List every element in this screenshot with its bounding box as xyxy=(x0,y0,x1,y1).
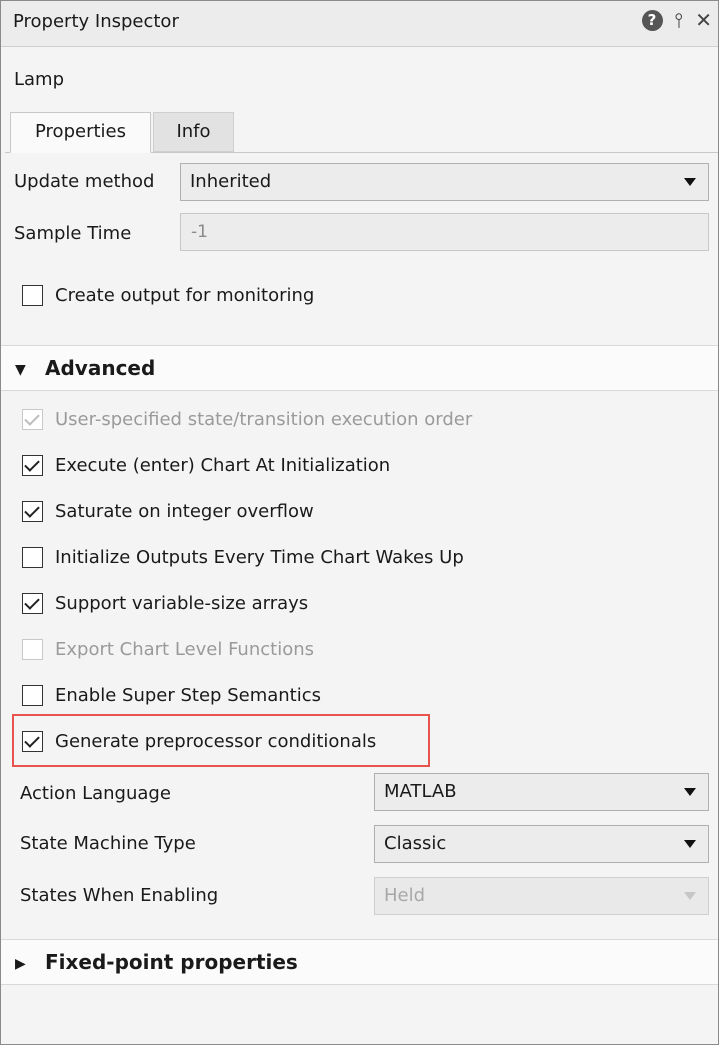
create-output-checkbox-row[interactable]: Create output for monitoring xyxy=(22,282,314,308)
chevron-down-icon xyxy=(684,892,696,900)
option-label: Saturate on integer overflow xyxy=(55,500,314,522)
states-when-enabling-value: Held xyxy=(384,885,426,906)
title-bar: Property Inspector ? ⫯ ✕ xyxy=(1,1,718,47)
update-method-dropdown[interactable]: Inherited xyxy=(180,163,709,201)
action-language-label: Action Language xyxy=(20,783,171,804)
option-label: Execute (enter) Chart At Initialization xyxy=(55,454,391,476)
checkbox xyxy=(22,638,43,660)
checkbox[interactable] xyxy=(22,546,43,568)
state-machine-type-dropdown[interactable]: Classic xyxy=(374,825,709,863)
advanced-section-title: Advanced xyxy=(45,356,156,380)
option-saturate-overflow[interactable]: Saturate on integer overflow xyxy=(22,498,314,524)
panel-title: Property Inspector xyxy=(13,11,179,32)
option-label: Support variable-size arrays xyxy=(55,592,309,614)
chevron-down-icon xyxy=(684,178,696,186)
checkbox[interactable] xyxy=(22,592,43,614)
help-icon[interactable]: ? xyxy=(641,10,663,31)
states-when-enabling-dropdown: Held xyxy=(374,877,709,915)
chevron-down-icon xyxy=(684,840,696,848)
fixed-point-section-header[interactable]: ▶ Fixed-point properties xyxy=(1,939,718,985)
update-method-label: Update method xyxy=(14,171,155,192)
triangle-down-icon: ▼ xyxy=(15,362,26,378)
option-variable-size-arrays[interactable]: Support variable-size arrays xyxy=(22,590,308,616)
option-export-chart-functions: Export Chart Level Functions xyxy=(22,636,314,662)
tab-bar: Properties Info xyxy=(5,112,718,153)
option-initialize-outputs[interactable]: Initialize Outputs Every Time Chart Wake… xyxy=(22,544,464,570)
option-execute-at-init[interactable]: Execute (enter) Chart At Initialization xyxy=(22,452,390,478)
highlight-box xyxy=(12,714,430,767)
checkbox[interactable] xyxy=(22,454,43,476)
action-language-value: MATLAB xyxy=(384,781,457,802)
create-output-checkbox[interactable] xyxy=(22,284,43,306)
close-icon[interactable]: ✕ xyxy=(695,10,712,31)
state-machine-type-value: Classic xyxy=(384,833,447,854)
option-super-step-semantics[interactable]: Enable Super Step Semantics xyxy=(22,682,321,708)
checkbox[interactable] xyxy=(22,500,43,522)
option-execution-order: User-specified state/transition executio… xyxy=(22,406,472,432)
tab-properties[interactable]: Properties xyxy=(10,112,151,153)
option-label: Enable Super Step Semantics xyxy=(55,684,322,706)
advanced-section-header[interactable]: ▼ Advanced xyxy=(1,345,718,391)
update-method-value: Inherited xyxy=(190,171,272,192)
sample-time-label: Sample Time xyxy=(14,223,132,244)
property-inspector-panel: Property Inspector ? ⫯ ✕ Lamp Properties… xyxy=(0,0,719,1045)
sample-time-field[interactable]: -1 xyxy=(180,213,709,251)
action-language-dropdown[interactable]: MATLAB xyxy=(374,773,709,811)
tab-info[interactable]: Info xyxy=(153,112,234,152)
states-when-enabling-label: States When Enabling xyxy=(20,885,219,906)
block-name: Lamp xyxy=(14,69,65,90)
option-label: Initialize Outputs Every Time Chart Wake… xyxy=(55,546,464,568)
checkbox[interactable] xyxy=(22,684,43,706)
chevron-down-icon xyxy=(684,788,696,796)
create-output-label: Create output for monitoring xyxy=(55,284,315,306)
state-machine-type-label: State Machine Type xyxy=(20,833,196,854)
fixed-point-section-title: Fixed-point properties xyxy=(45,950,298,974)
title-bar-icons: ? ⫯ ✕ xyxy=(641,10,712,31)
checkbox xyxy=(22,408,43,430)
option-label: User-specified state/transition executio… xyxy=(55,408,473,430)
pin-icon[interactable]: ⫯ xyxy=(675,10,684,31)
triangle-right-icon: ▶ xyxy=(15,956,26,972)
option-label: Export Chart Level Functions xyxy=(55,638,315,660)
